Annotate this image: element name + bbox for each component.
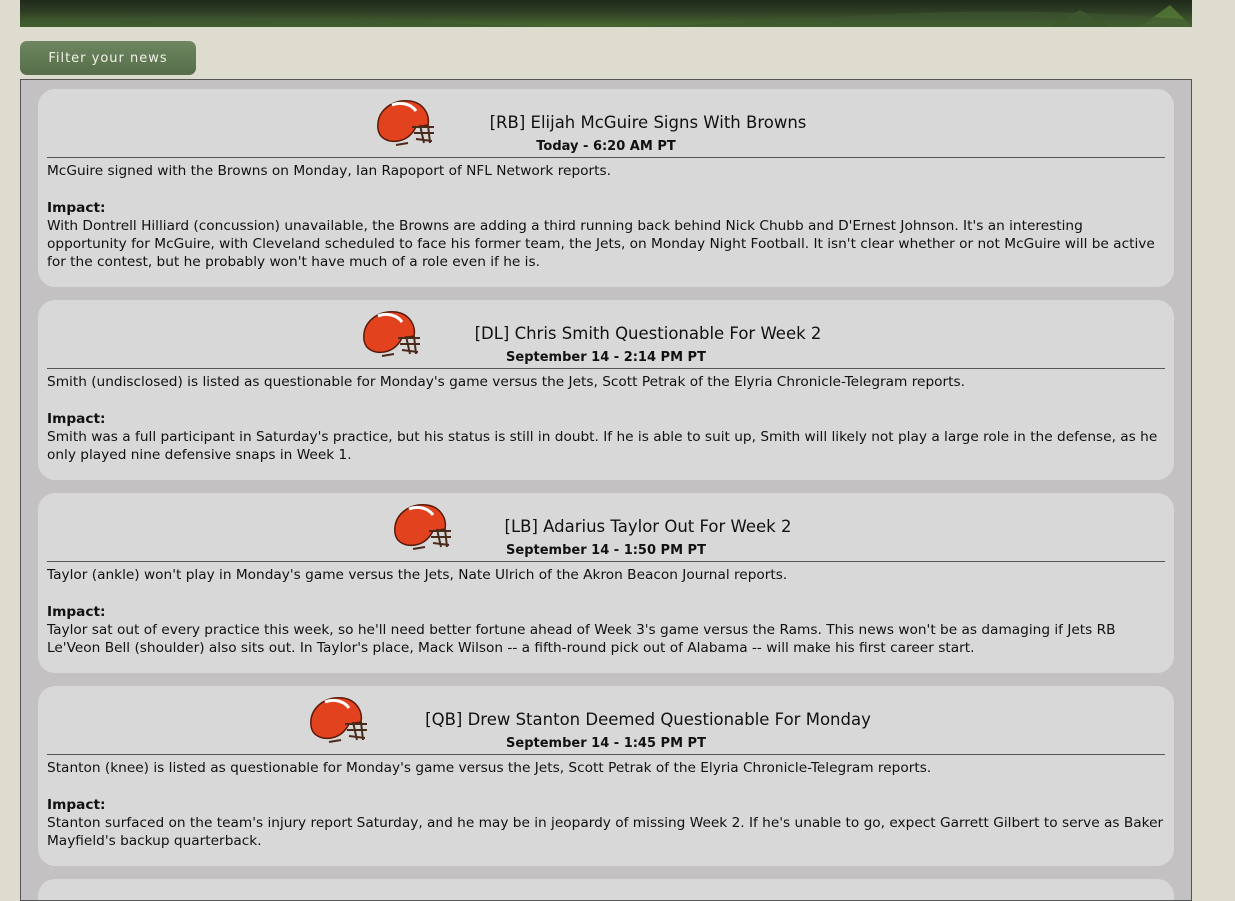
news-card: [DL] Chris Smith Questionable For Week 2… (38, 300, 1174, 480)
impact-text: With Dontrell Hilliard (concussion) unav… (47, 218, 1155, 270)
news-headline[interactable]: [QB] Drew Stanton Deemed Questionable Fo… (80, 710, 1191, 729)
impact-label: Impact: (47, 200, 106, 216)
news-card-partial (38, 879, 1174, 900)
impact-label: Impact: (47, 604, 106, 620)
news-headline[interactable]: [LB] Adarius Taylor Out For Week 2 (80, 517, 1191, 536)
news-timestamp: September 14 - 2:14 PM PT (506, 350, 706, 365)
filter-news-button[interactable]: Filter your news (20, 41, 196, 75)
header-banner (20, 0, 1192, 27)
news-summary: Smith (undisclosed) is listed as questio… (47, 374, 965, 390)
impact-text: Stanton surfaced on the team's injury re… (47, 815, 1164, 849)
impact-text: Smith was a full participant in Saturday… (47, 429, 1158, 463)
news-headline[interactable]: [RB] Elijah McGuire Signs With Browns (80, 113, 1191, 132)
news-timestamp: September 14 - 1:50 PM PT (506, 543, 706, 558)
divider (47, 157, 1165, 158)
divider (47, 561, 1165, 562)
impact-text: Taylor sat out of every practice this we… (47, 622, 1116, 656)
impact-label: Impact: (47, 411, 106, 427)
news-card: [QB] Drew Stanton Deemed Questionable Fo… (38, 686, 1174, 866)
impact-label: Impact: (47, 797, 106, 813)
news-summary: McGuire signed with the Browns on Monday… (47, 163, 611, 179)
news-timestamp: September 14 - 1:45 PM PT (506, 736, 706, 751)
news-summary: Taylor (ankle) won't play in Monday's ga… (47, 567, 788, 583)
news-summary: Stanton (knee) is listed as questionable… (47, 760, 932, 776)
divider (47, 754, 1165, 755)
divider (47, 368, 1165, 369)
news-feed[interactable]: [RB] Elijah McGuire Signs With Browns To… (20, 79, 1192, 901)
news-card: [RB] Elijah McGuire Signs With Browns To… (38, 89, 1174, 287)
news-card: [LB] Adarius Taylor Out For Week 2 Septe… (38, 493, 1174, 673)
news-headline[interactable]: [DL] Chris Smith Questionable For Week 2 (80, 324, 1191, 343)
news-timestamp: Today - 6:20 AM PT (536, 139, 676, 154)
